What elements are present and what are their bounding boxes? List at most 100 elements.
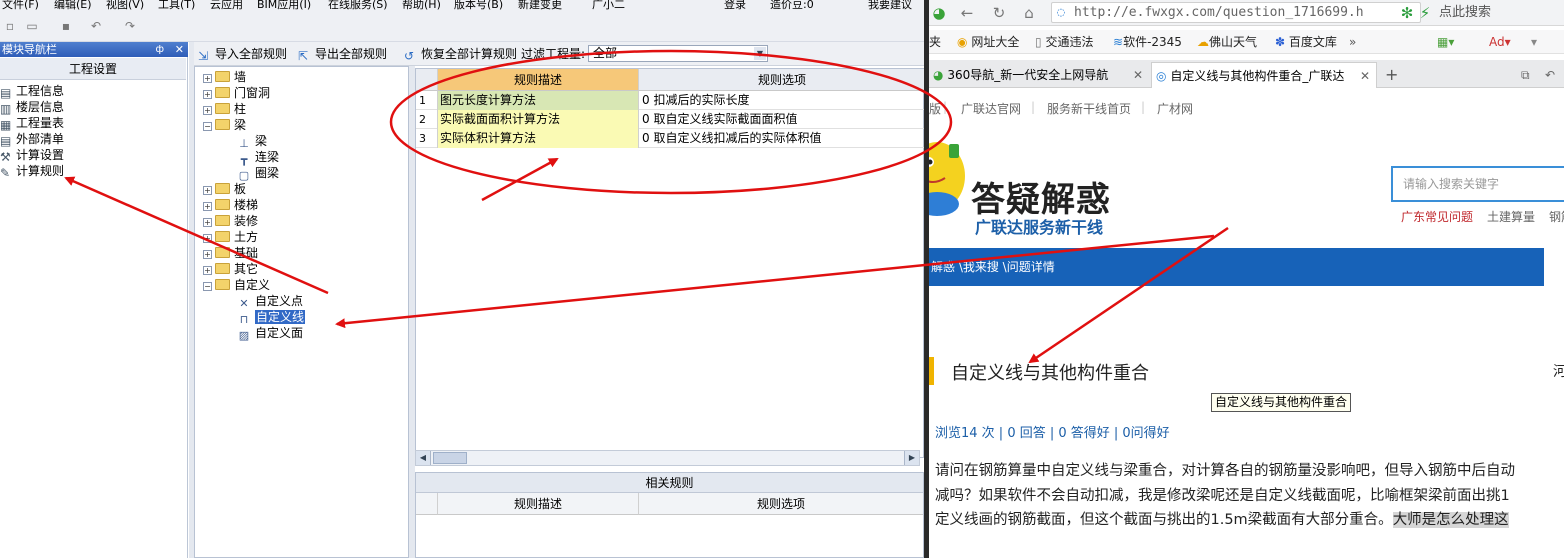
tree-leaf-beam[interactable]: ⊥ 梁 <box>237 133 267 150</box>
table-row[interactable]: 1 图元长度计算方法 0 扣减后的实际长度 <box>416 91 924 110</box>
menu-assistant[interactable]: 广小二 <box>592 0 625 12</box>
undo-icon[interactable]: ↶ <box>88 18 104 34</box>
restore-all-rules-button[interactable]: ↺ 恢复全部计算规则 <box>404 46 517 63</box>
bookmark-baidu-wenku[interactable]: ✽ 百度文库 <box>1275 33 1337 51</box>
filter-quantity-select[interactable]: 全部 ▼ <box>588 45 768 62</box>
tab-question[interactable]: ◎ 自定义线与其他构件重合_广联达 ✕ <box>1151 62 1377 88</box>
site-nav-material[interactable]: 广材网 <box>1157 100 1193 117</box>
tree-node-column[interactable]: + 柱 <box>203 101 246 117</box>
nav-item-external-list[interactable]: ▤ 外部清单 <box>0 131 64 148</box>
question-stats[interactable]: 浏览14 次 | 0 回答 | 0 答得好 | 0问得好 <box>935 422 1170 441</box>
tree-node-slab[interactable]: + 板 <box>203 181 246 197</box>
rule-option-cell[interactable]: 0 扣减后的实际长度 <box>639 91 924 110</box>
bookmark-software[interactable]: ≋软件-2345 <box>1113 33 1182 51</box>
table-row[interactable]: 2 实际截面面积计算方法 0 取自定义线实际截面面积值 <box>416 110 924 129</box>
tree-leaf-custom-line[interactable]: ⊓ 自定义线 <box>237 309 306 326</box>
menu-login[interactable]: 登录 <box>724 0 746 12</box>
open-folder-icon[interactable]: ▭ <box>24 18 40 34</box>
tree-leaf-custom-face[interactable]: ▨ 自定义面 <box>237 325 303 342</box>
tree-node-custom[interactable]: − 自定义 <box>203 277 270 293</box>
import-all-rules-button[interactable]: ⇲ 导入全部规则 <box>198 46 287 63</box>
redo-icon[interactable]: ↷ <box>122 18 138 34</box>
expand-icon[interactable]: + <box>203 234 212 243</box>
bookmark-weather[interactable]: ☁佛山天气 <box>1197 33 1257 51</box>
restore-tab-icon[interactable]: ↶ <box>1541 62 1561 88</box>
site-nav-glodon[interactable]: 广联达官网 <box>961 100 1021 117</box>
pin-icon[interactable]: ф <box>155 42 164 57</box>
grid-header-option[interactable]: 规则选项 <box>639 69 924 91</box>
tab-360-nav[interactable]: ◕ 360导航_新一代安全上网导航 ✕ <box>929 62 1149 88</box>
expand-icon[interactable]: + <box>203 74 212 83</box>
menu-bim[interactable]: BIM应用(I) <box>257 0 311 12</box>
nav-item-calc-settings[interactable]: ⚒ 计算设置 <box>0 147 64 164</box>
category-rebar[interactable]: 钢筋 <box>1549 208 1564 225</box>
table-row[interactable]: 3 实际体积计算方法 0 取自定义线扣减后的实际体积值 <box>416 129 924 148</box>
related-header-option[interactable]: 规则选项 <box>639 493 923 515</box>
nav-group-project-settings[interactable]: 工程设置 <box>0 58 186 80</box>
bookmark-traffic[interactable]: ▯ 交通违法 <box>1035 33 1093 51</box>
tab-close-icon[interactable]: ✕ <box>1133 62 1143 88</box>
category-civil[interactable]: 土建算量 <box>1487 208 1535 225</box>
scroll-left-icon[interactable]: ◀ <box>416 451 431 465</box>
tab-list-icon[interactable]: ⧉ <box>1517 62 1537 88</box>
expand-icon[interactable]: + <box>203 90 212 99</box>
tree-node-wall[interactable]: + 墙 <box>203 69 246 85</box>
menu-online[interactable]: 在线服务(S) <box>328 0 388 12</box>
tree-node-decoration[interactable]: + 装修 <box>203 213 258 229</box>
home-icon[interactable]: ⌂ <box>1019 3 1039 23</box>
back-icon[interactable]: ← <box>957 3 977 23</box>
bookmark-favorites[interactable]: 夹 <box>929 33 941 51</box>
close-icon[interactable]: ✕ <box>175 42 184 57</box>
related-header-desc[interactable]: 规则描述 <box>438 493 639 515</box>
tree-node-other[interactable]: + 其它 <box>203 261 258 277</box>
nav-item-quantity-table[interactable]: ▦ 工程量表 <box>0 115 64 132</box>
expand-icon[interactable]: + <box>203 250 212 259</box>
nav-item-project-info[interactable]: ▤ 工程信息 <box>0 83 64 100</box>
ad-block-icon[interactable]: Ad▾ <box>1489 33 1511 51</box>
category-guangdong-faq[interactable]: 广东常见问题 <box>1401 208 1473 225</box>
apps-icon[interactable]: ▦▾ <box>1437 33 1454 51</box>
tree-node-openings[interactable]: + 门窗洞 <box>203 85 270 101</box>
nav-item-calc-rules[interactable]: ✎ 计算规则 <box>0 163 64 180</box>
new-tab-button[interactable]: + <box>1381 62 1401 88</box>
speed-icon[interactable]: ✻ <box>1397 3 1417 23</box>
scroll-thumb[interactable] <box>433 452 467 464</box>
menu-new-change[interactable]: 新建变更 <box>518 0 562 12</box>
expand-icon[interactable]: + <box>203 218 212 227</box>
tree-node-earthwork[interactable]: + 土方 <box>203 229 258 245</box>
tree-node-foundation[interactable]: + 基础 <box>203 245 258 261</box>
menu-tools[interactable]: 工具(T) <box>158 0 195 12</box>
grid-header-desc[interactable]: 规则描述 <box>438 69 639 91</box>
horizontal-scrollbar[interactable]: ◀ ▶ <box>415 450 920 466</box>
menu-suggest[interactable]: 我要建议 <box>868 0 912 12</box>
menu-version[interactable]: 版本号(B) <box>454 0 503 12</box>
new-file-icon[interactable]: ▫ <box>2 18 18 34</box>
refresh-icon[interactable]: ↻ <box>989 3 1009 23</box>
url-input[interactable]: ◌ http://e.fwxgx.com/question_1716699.h <box>1051 2 1421 23</box>
tree-node-stairs[interactable]: + 楼梯 <box>203 197 258 213</box>
expand-icon[interactable]: + <box>203 266 212 275</box>
rule-option-cell[interactable]: 0 取自定义线扣减后的实际体积值 <box>639 129 924 148</box>
chevron-down-icon[interactable]: ▼ <box>754 47 766 60</box>
nav-item-floor-info[interactable]: ▥ 楼层信息 <box>0 99 64 116</box>
site-nav-service-home[interactable]: 服务新干线首页 <box>1047 100 1131 117</box>
menu-icon[interactable]: ▾ <box>1531 33 1537 51</box>
export-all-rules-button[interactable]: ⇱ 导出全部规则 <box>298 46 387 63</box>
bookmark-nav[interactable]: ◉ 网址大全 <box>957 33 1019 51</box>
menu-view[interactable]: 视图(V) <box>106 0 144 12</box>
collapse-icon[interactable]: − <box>203 282 212 291</box>
menu-cloud[interactable]: 云应用 <box>210 0 243 12</box>
site-search-input[interactable]: 请输入搜索关键字 <box>1391 166 1564 202</box>
tree-leaf-coupling-beam[interactable]: ┳ 连梁 <box>237 149 279 166</box>
browser-search-input[interactable]: 点此搜索 <box>1437 2 1564 23</box>
menu-help[interactable]: 帮助(H) <box>402 0 441 12</box>
scroll-right-icon[interactable]: ▶ <box>904 451 919 465</box>
tab-close-icon[interactable]: ✕ <box>1360 63 1370 88</box>
tree-leaf-ring-beam[interactable]: ▢ 圈梁 <box>237 165 279 182</box>
menu-edit[interactable]: 编辑(E) <box>54 0 92 12</box>
rule-option-cell[interactable]: 0 取自定义线实际截面面积值 <box>639 110 924 129</box>
site-nav-item[interactable]: 版 <box>929 100 941 117</box>
expand-icon[interactable]: + <box>203 106 212 115</box>
expand-icon[interactable]: + <box>203 202 212 211</box>
save-icon[interactable]: ▪ <box>58 18 74 34</box>
